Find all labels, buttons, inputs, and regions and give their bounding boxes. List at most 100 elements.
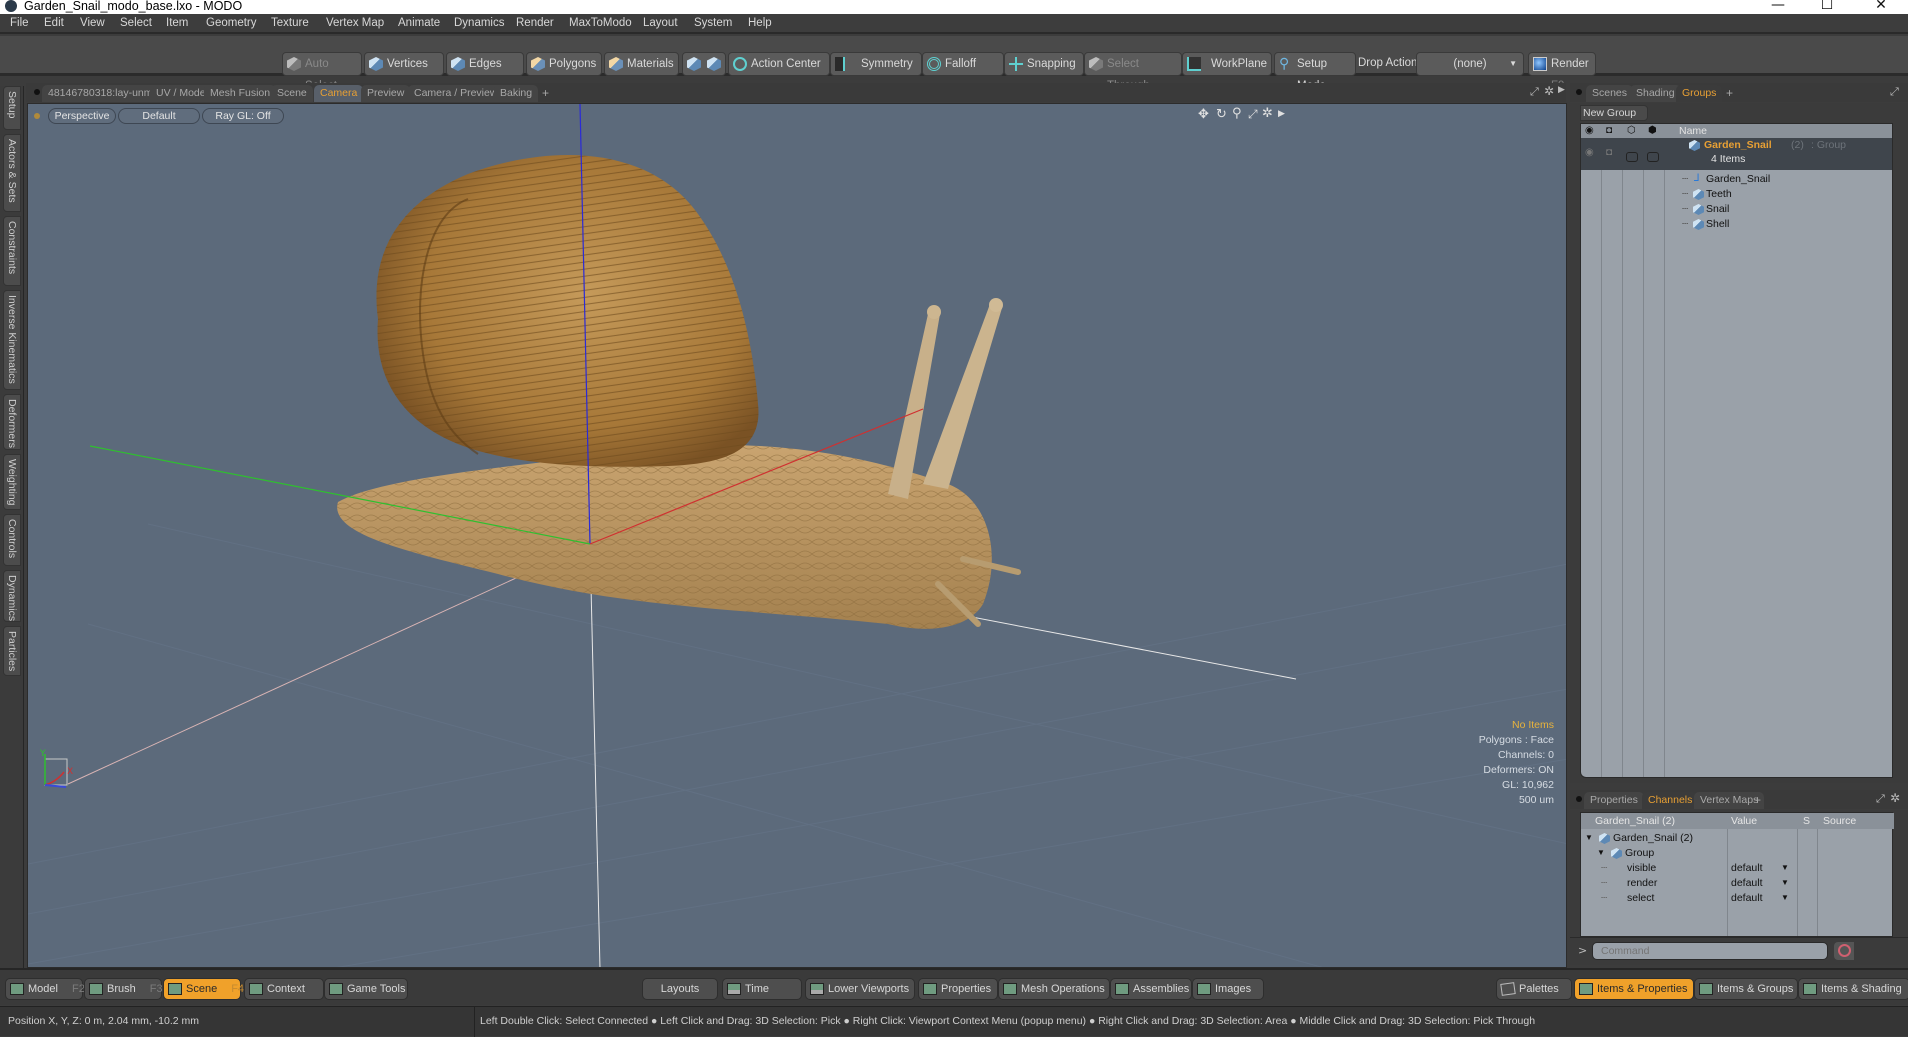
- workplane-button[interactable]: WorkPlane: [1182, 52, 1272, 76]
- channels-col-s[interactable]: S: [1803, 813, 1810, 829]
- new-group-button[interactable]: New Group: [1580, 105, 1648, 121]
- tab-setup[interactable]: Setup: [3, 86, 21, 130]
- mode-model-button[interactable]: Model F2: [5, 978, 85, 1000]
- tab-scenes[interactable]: Scenes: [1586, 85, 1634, 102]
- viewport-gear-icon[interactable]: ✲: [1544, 84, 1554, 98]
- tab-camera[interactable]: Camera: [314, 85, 364, 102]
- menu-select[interactable]: Select: [120, 17, 152, 29]
- group-lock-toggle[interactable]: [1626, 152, 1638, 162]
- tab-baking[interactable]: Baking: [494, 85, 539, 102]
- mode-context-button[interactable]: Context: [244, 978, 324, 1000]
- tab-constraints[interactable]: Constraints: [3, 216, 21, 286]
- group-child-row[interactable]: ┄ Shell: [1581, 215, 1892, 233]
- vertices-button[interactable]: Vertices: [364, 52, 444, 76]
- selection-sets-buttons[interactable]: [682, 52, 726, 76]
- rotate-icon[interactable]: ↻: [1216, 107, 1227, 122]
- render-camera-icon[interactable]: ◘: [1606, 124, 1612, 138]
- view-mode-button[interactable]: Perspective: [48, 108, 116, 124]
- command-input[interactable]: [1592, 942, 1828, 960]
- tab-properties[interactable]: Properties: [1584, 792, 1644, 809]
- tab-mesh-fusion[interactable]: Mesh Fusion: [204, 85, 277, 102]
- menu-file[interactable]: File: [10, 17, 29, 29]
- menu-edit[interactable]: Edit: [44, 17, 64, 29]
- viewport-arrow-icon[interactable]: ▶: [1558, 85, 1565, 95]
- menu-render[interactable]: Render: [516, 17, 554, 29]
- menu-vertex-map[interactable]: Vertex Map: [326, 17, 384, 29]
- menu-item[interactable]: Item: [166, 17, 188, 29]
- mode-game-tools-button[interactable]: Game Tools: [324, 978, 408, 1000]
- tab-camera-preview[interactable]: Camera / Preview: [408, 85, 504, 102]
- mode-brush-button[interactable]: Brush F3: [84, 978, 163, 1000]
- 3d-viewport[interactable]: Y X Perspective Default Ray GL: Off ✥ ↻ …: [27, 103, 1567, 968]
- tab-particles[interactable]: Particles: [3, 626, 21, 676]
- menu-dynamics[interactable]: Dynamics: [454, 17, 504, 29]
- mode-scene-button[interactable]: Scene F4: [163, 978, 244, 1000]
- render-button[interactable]: Render F9: [1528, 52, 1596, 92]
- tab-controls[interactable]: Controls: [3, 514, 21, 566]
- snapping-button[interactable]: Snapping: [1004, 52, 1084, 76]
- action-center-button[interactable]: Action Center: [728, 52, 830, 76]
- auto-select-button[interactable]: Auto Select: [282, 52, 362, 92]
- tab-groups[interactable]: Groups: [1676, 85, 1723, 102]
- command-history-button[interactable]: [1834, 942, 1854, 960]
- viewport-maximize-icon[interactable]: ⤢: [1530, 85, 1539, 99]
- properties-maximize-icon[interactable]: ⤢: [1876, 792, 1885, 806]
- time-panel-button[interactable]: Time: [722, 978, 802, 1000]
- viewport-more-arrow-icon[interactable]: ▶: [1278, 109, 1285, 119]
- menu-texture[interactable]: Texture: [271, 17, 309, 29]
- add-tab-button[interactable]: +: [536, 85, 555, 102]
- group-select-toggle[interactable]: [1647, 152, 1659, 162]
- falloff-button[interactable]: Falloff: [922, 52, 1004, 76]
- tab-preview[interactable]: Preview: [361, 85, 411, 102]
- minimize-button[interactable]: —: [1763, 0, 1793, 13]
- menu-maxtomodo[interactable]: MaxToModo: [569, 17, 632, 29]
- add-properties-tab-button[interactable]: +: [1748, 792, 1767, 809]
- select-cube-icon[interactable]: ⬢: [1648, 124, 1657, 138]
- right-panel-maximize-icon[interactable]: ⤢: [1890, 85, 1899, 99]
- visibility-eye-icon[interactable]: ◉: [1585, 124, 1594, 138]
- layouts-button[interactable]: Layouts: [642, 978, 718, 1000]
- select-through-button[interactable]: Select Through: [1084, 52, 1182, 92]
- pan-icon[interactable]: ✥: [1198, 107, 1209, 122]
- layout-items-groups-button[interactable]: Items & Groups: [1694, 978, 1798, 1000]
- group-visible-toggle[interactable]: ◉: [1585, 144, 1594, 162]
- raygl-button[interactable]: Ray GL: Off: [202, 108, 284, 124]
- tab-deformers[interactable]: Deformers: [3, 394, 21, 450]
- viewport-options-dot-icon[interactable]: [34, 113, 40, 119]
- layout-items-shading-button[interactable]: Items & Shading: [1798, 978, 1908, 1000]
- channel-row-select[interactable]: ┄ select default ▼: [1581, 889, 1894, 907]
- tab-shading[interactable]: Shading: [1630, 85, 1681, 102]
- lower-viewports-button[interactable]: Lower Viewports: [805, 978, 915, 1000]
- channel-value-dropdown[interactable]: default: [1731, 889, 1763, 907]
- assemblies-button[interactable]: Assemblies: [1110, 978, 1192, 1000]
- tab-weighting[interactable]: Weighting: [3, 454, 21, 510]
- shading-mode-button[interactable]: Default: [118, 108, 200, 124]
- menu-view[interactable]: View: [80, 17, 105, 29]
- setup-mode-button[interactable]: ⚲Setup Mode: [1274, 52, 1356, 92]
- fit-view-icon[interactable]: ⤢: [1248, 107, 1258, 122]
- menu-layout[interactable]: Layout: [643, 17, 678, 29]
- menu-system[interactable]: System: [694, 17, 732, 29]
- menu-geometry[interactable]: Geometry: [206, 17, 257, 29]
- channels-col-value[interactable]: Value: [1731, 813, 1757, 829]
- properties-gear-icon[interactable]: ✲: [1890, 791, 1900, 805]
- tab-actors-sets[interactable]: Actors & Sets: [3, 134, 21, 212]
- tab-dynamics[interactable]: Dynamics: [3, 570, 21, 622]
- add-right-tab-button[interactable]: +: [1720, 85, 1739, 102]
- group-row-garden-snail[interactable]: ◉ ◘ Garden_Snail (2) : Group 4 Items: [1581, 138, 1892, 170]
- close-button[interactable]: ✕: [1866, 0, 1896, 13]
- materials-button[interactable]: Materials: [604, 52, 679, 76]
- chevron-down-icon[interactable]: ▼: [1781, 889, 1789, 907]
- maximize-button[interactable]: ☐: [1812, 0, 1842, 13]
- properties-panel-button[interactable]: Properties: [918, 978, 998, 1000]
- tab-scene[interactable]: Scene: [271, 85, 313, 102]
- tab-channels[interactable]: Channels: [1642, 792, 1699, 809]
- menu-help[interactable]: Help: [748, 17, 772, 29]
- polygons-button[interactable]: Polygons: [526, 52, 602, 76]
- channels-col-source[interactable]: Source: [1823, 813, 1856, 829]
- palettes-button[interactable]: Palettes: [1496, 978, 1572, 1000]
- column-name[interactable]: Name: [1679, 124, 1707, 138]
- layout-items-properties-button[interactable]: Items & Properties: [1574, 978, 1694, 1000]
- viewport-settings-gear-icon[interactable]: ✲: [1262, 106, 1273, 121]
- channels-col-name[interactable]: Garden_Snail (2): [1595, 813, 1675, 829]
